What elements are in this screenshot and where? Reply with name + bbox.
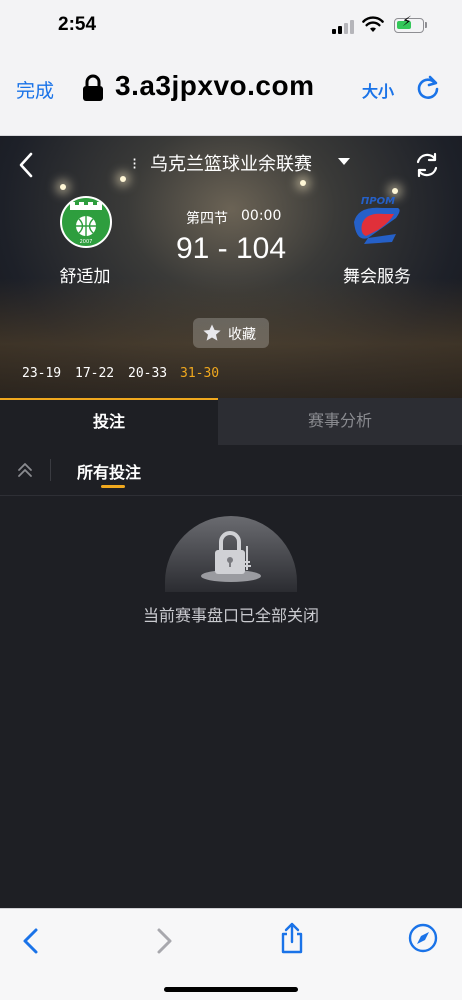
home-team-name: 舒适加: [59, 267, 111, 287]
wifi-icon: [362, 16, 384, 32]
quarter-score-4: 31-30: [180, 366, 220, 381]
star-icon: [203, 324, 221, 341]
forward-icon[interactable]: [153, 927, 175, 955]
dropdown-caret-icon[interactable]: [338, 158, 350, 165]
favorite-label: 收藏: [228, 327, 256, 343]
home-logo-text: KOMФOPT: [71, 210, 101, 216]
more-dots-icon[interactable]: ⁝: [132, 154, 137, 173]
match-score: 91 - 104: [175, 232, 287, 265]
charging-bolt-icon: ⚡: [402, 14, 412, 30]
stadium-light: [60, 184, 66, 190]
tab-bar: 投注 赛事分析: [0, 398, 462, 445]
away-logo-text: ПРОМ: [361, 196, 395, 207]
back-arrow-icon[interactable]: [16, 151, 36, 179]
tab-bets-label: 投注: [92, 412, 125, 431]
text-size-button[interactable]: 大小: [362, 78, 394, 102]
tab-analysis-label: 赛事分析: [307, 411, 372, 430]
favorite-button[interactable]: 收藏: [193, 318, 269, 348]
status-bar: 2:54 ⚡: [0, 0, 462, 54]
home-logo-year: 2007: [80, 239, 93, 245]
share-icon[interactable]: [278, 921, 306, 955]
empty-state-message: 当前赛事盘口已全部关闭: [142, 606, 319, 625]
home-indicator: [164, 987, 298, 992]
stadium-light: [120, 176, 126, 182]
away-team-logo: ПРОМ: [354, 196, 400, 244]
league-title[interactable]: 乌克兰篮球业余联赛: [150, 150, 312, 176]
tab-analysis[interactable]: 赛事分析: [218, 398, 462, 445]
signal-icon: [332, 20, 354, 34]
browser-toolbar: [0, 908, 462, 1000]
status-time: 2:54: [58, 14, 97, 35]
subtab-all-bets[interactable]: 所有投注: [77, 459, 141, 483]
away-team-name: 舞会服务: [343, 267, 411, 287]
back-icon[interactable]: [20, 927, 42, 955]
match-clock: 00:00: [241, 208, 282, 224]
url-text[interactable]: 3.a3jpxvo.com: [115, 70, 314, 102]
browser-url-bar: 完成 3.a3jpxvo.com 大小: [0, 54, 462, 136]
lock-icon: [83, 74, 103, 101]
match-header: ⁝ 乌克兰篮球业余联赛 KOMФOPT 2007 ПРОМ 舒适加 舞会服务 第…: [0, 136, 462, 398]
divider: [50, 459, 51, 481]
tab-bets[interactable]: 投注: [0, 398, 218, 445]
collapse-all-icon[interactable]: [16, 461, 34, 479]
closed-lock-illustration: [165, 516, 297, 592]
match-period: 第四节: [186, 211, 228, 227]
quarter-score-3: 20-33: [128, 366, 168, 381]
quarter-score-2: 17-22: [75, 366, 115, 381]
reload-icon[interactable]: [414, 74, 442, 102]
quarter-score-1: 23-19: [22, 366, 62, 381]
refresh-icon[interactable]: [414, 152, 440, 178]
bet-filter-bar: 所有投注: [0, 445, 462, 496]
stadium-light: [300, 180, 306, 186]
compass-icon[interactable]: [408, 923, 438, 953]
done-button[interactable]: 完成: [16, 76, 54, 103]
subtab-active-indicator: [101, 485, 125, 488]
battery-cap: [425, 22, 427, 28]
home-team-logo: KOMФOPT 2007: [60, 196, 112, 248]
